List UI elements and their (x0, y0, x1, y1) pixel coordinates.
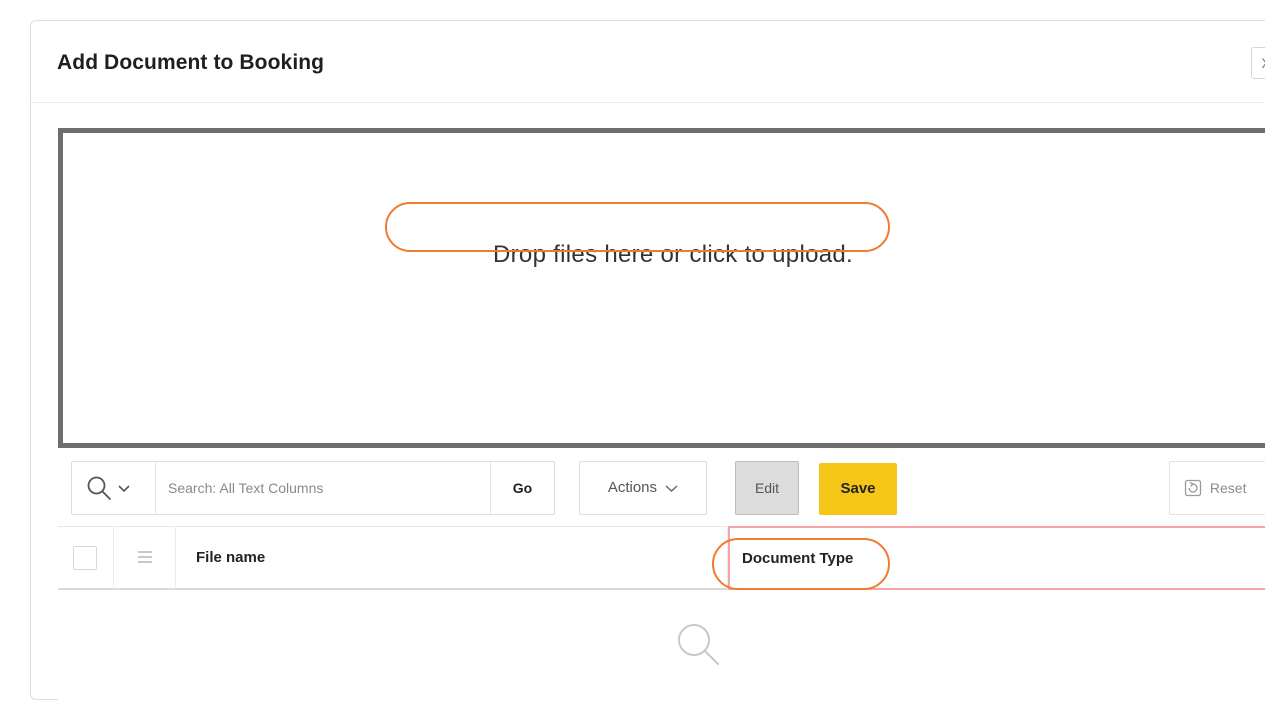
menu-icon (138, 551, 152, 563)
file-dropzone[interactable]: Drop files here or click to upload. (58, 128, 1265, 448)
reset-icon (1184, 479, 1202, 496)
grid-toolbar: Go Actions Edit Save Reset (31, 461, 1265, 521)
column-header-file-name[interactable]: File name (176, 527, 728, 589)
chevron-down-icon (665, 485, 678, 492)
chevron-down-icon (118, 485, 130, 493)
dialog-title: Add Document to Booking (57, 51, 325, 74)
search-icon (87, 476, 111, 500)
add-document-dialog: Add Document to Booking X Drop files her… (30, 20, 1265, 702)
grid-header-row: File name Document Type (58, 526, 1265, 590)
column-label-file-name: File name (196, 549, 266, 566)
grid-body (58, 592, 1265, 702)
select-all-cell (58, 527, 114, 589)
column-label-document-type: Document Type (742, 550, 854, 567)
column-header-document-type[interactable]: Document Type (728, 526, 1265, 590)
save-button[interactable]: Save (819, 463, 897, 515)
select-all-checkbox[interactable] (73, 546, 97, 570)
search-input[interactable] (156, 462, 490, 514)
close-button[interactable]: X (1251, 47, 1265, 79)
search-icon (678, 624, 719, 665)
search-group: Go (71, 461, 555, 515)
dialog-header: Add Document to Booking X (31, 21, 1265, 103)
actions-label: Actions (607, 479, 658, 496)
reset-label: Reset (1209, 480, 1247, 496)
reset-button[interactable]: Reset (1169, 461, 1265, 515)
row-actions-header-cell (114, 527, 176, 589)
go-button[interactable]: Go (490, 462, 554, 514)
actions-menu-button[interactable]: Actions (579, 461, 707, 515)
dropzone-message[interactable]: Drop files here or click to upload. (38, 241, 1265, 269)
edit-button[interactable]: Edit (735, 461, 799, 515)
search-column-menu-button[interactable] (72, 462, 156, 514)
